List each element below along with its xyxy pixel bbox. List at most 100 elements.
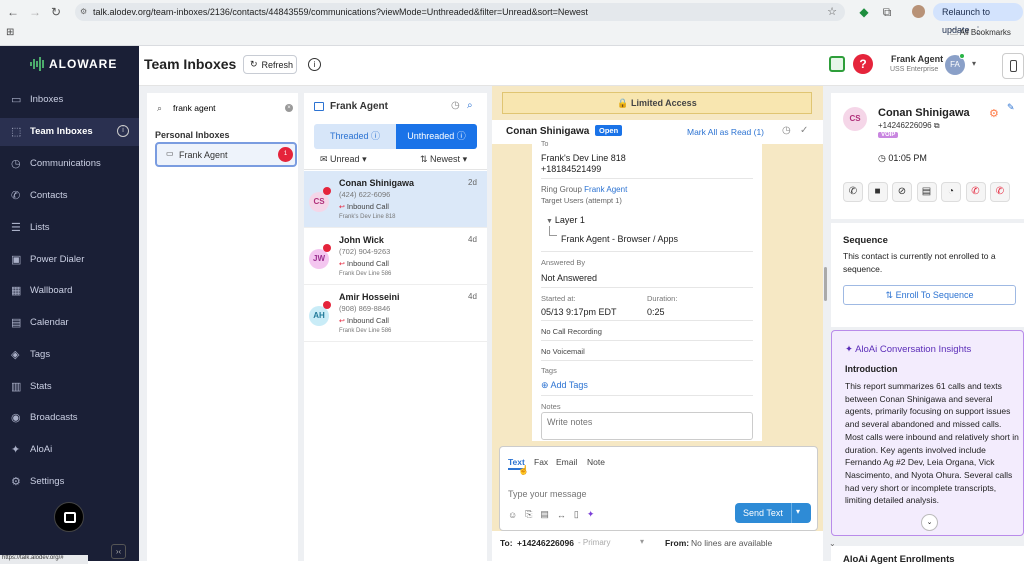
site-info-icon[interactable]: ⚙ (80, 3, 87, 21)
list-item[interactable]: JW John Wick (702) 904-9263 ↩ Inbound Call F… (304, 228, 487, 285)
sidebar-item-calendar[interactable]: ▤ Calendar (0, 309, 139, 337)
lock-icon[interactable]: ■ (867, 182, 888, 202)
chevron-down-icon[interactable]: ▾ (796, 507, 800, 516)
ai-sparkle-icon[interactable]: ✦ (587, 509, 595, 520)
message-input[interactable] (508, 487, 798, 501)
status-url: https://talk.alodev.org/# (0, 555, 88, 564)
clear-search-icon[interactable]: × (285, 104, 293, 112)
hubspot-icon[interactable]: ⚙ (989, 107, 999, 120)
status-badge[interactable]: Open (595, 125, 623, 136)
call-icon[interactable]: ✆ (843, 182, 863, 202)
tab-email[interactable]: Email (556, 457, 577, 467)
sidebar-item-stats[interactable]: ▥ Stats (0, 373, 139, 401)
emoji-icon[interactable]: ☺ (508, 510, 517, 520)
chevron-down-icon[interactable]: ▾ (640, 537, 644, 546)
list-item[interactable]: AH Amir Hosseini (908) 869-8846 ↩ Inbound C… (304, 285, 487, 342)
info-icon[interactable]: i (117, 125, 129, 137)
extension-icon[interactable]: ◆ (857, 5, 871, 19)
sidebar: ALOWARE ▭ Inboxes ⬚ Team Inboxes i ◷ Communica… (0, 46, 139, 564)
to-line: Frank's Dev Line 818 (541, 153, 626, 163)
hangup-icon[interactable]: ✆ (990, 182, 1010, 202)
tab-note[interactable]: Note (587, 457, 605, 467)
sidebar-item-communications[interactable]: ◷ Communications (0, 150, 139, 178)
envelope-icon: ✉ (320, 154, 331, 164)
chat-icon (64, 512, 76, 523)
attachment-icon[interactable]: ⎘ (525, 509, 532, 520)
dialer-phone-button[interactable] (1002, 53, 1024, 79)
sidebar-item-power-dialer[interactable]: ▣ Power Dialer (0, 246, 139, 274)
sidebar-item-team-inboxes[interactable]: ⬚ Team Inboxes i (0, 118, 139, 146)
collapse-sidebar-icon[interactable]: ›‹ (111, 544, 126, 559)
bookmark-star-icon[interactable]: ☆ (827, 3, 837, 21)
reload-icon[interactable]: ↻ (49, 5, 63, 19)
refresh-button[interactable]: ↻ Refresh (243, 55, 297, 74)
sidebar-item-tags[interactable]: ◈ Tags (0, 341, 139, 369)
inbox-list-panel: ⌕ × Personal Inboxes ▭ Frank Agent 1 (147, 93, 298, 561)
personal-inbox-item[interactable]: ▭ Frank Agent 1 (155, 142, 297, 167)
all-bookmarks[interactable]: 🗀 All Bookmarks (950, 27, 1011, 41)
contact-phone: (424) 622-6096 (339, 190, 391, 199)
check-icon[interactable]: ✓ (800, 125, 808, 136)
call-forward-icon[interactable]: ✆ (965, 182, 986, 202)
sidebar-item-aloai[interactable]: ✦ AloAi (0, 436, 139, 464)
aloware-logo[interactable]: ALOWARE (30, 57, 117, 71)
relaunch-button[interactable]: Relaunch to update ⋮ (933, 3, 1023, 35)
profile-avatar[interactable] (912, 5, 925, 18)
chat-widget-button[interactable] (54, 502, 84, 532)
history-icon: ◷ (11, 158, 21, 170)
history-icon[interactable]: ◷ (451, 100, 460, 111)
apps-grid-icon[interactable]: ⊞ (6, 27, 14, 38)
block-icon[interactable]: ⊘ (892, 182, 912, 202)
sidebar-item-lists[interactable]: ☰ Lists (0, 214, 139, 242)
search-icon[interactable]: ⌕ (467, 100, 473, 111)
chevron-down-icon[interactable]: ▾ (972, 59, 976, 68)
tab-unthreaded[interactable]: Unthreaded ⓘ (396, 124, 477, 149)
info-icon[interactable]: i (308, 58, 321, 71)
ring-group-link[interactable]: Frank Agent (584, 185, 627, 194)
to-number[interactable]: +14246226096 (517, 538, 574, 548)
sidebar-item-wallboard[interactable]: ▦ Wallboard (0, 277, 139, 305)
timer-icon[interactable]: ◔ (941, 182, 961, 202)
tab-threaded[interactable]: Threaded ⓘ (314, 124, 396, 149)
send-text-button[interactable]: Send Text ▾ (735, 503, 811, 523)
sort-dropdown[interactable]: ⇅ Newest ▾ (420, 154, 467, 165)
sidebar-item-contacts[interactable]: ✆ Contacts (0, 182, 139, 210)
extensions-puzzle-icon[interactable]: ⧉ (880, 5, 894, 19)
from-value[interactable]: No lines are available (691, 538, 772, 548)
search-input[interactable] (173, 101, 281, 115)
page-title: Team Inboxes (144, 56, 237, 72)
ai-icon: ✦ (11, 444, 21, 456)
unread-badge: 1 (278, 147, 293, 162)
forward-icon[interactable]: → (28, 5, 42, 19)
copy-icon[interactable]: ⧉ (934, 121, 940, 130)
layer-item[interactable]: ▼ Layer 1 (546, 215, 585, 225)
template-icon[interactable]: ▯ (574, 509, 579, 520)
sequence-text: This contact is currently not enrolled t… (843, 251, 996, 274)
filter-dropdown[interactable]: ✉ Unread ▾ (320, 154, 367, 165)
tags-label: Tags (541, 366, 557, 375)
help-icon[interactable]: ? (853, 54, 873, 74)
back-icon[interactable]: ← (6, 5, 20, 19)
expand-chevron-icon[interactable]: ⌄ (921, 514, 938, 531)
snooze-icon[interactable]: ◷ (782, 125, 791, 136)
sidebar-item-inboxes[interactable]: ▭ Inboxes (0, 86, 139, 114)
notes-field[interactable] (541, 412, 753, 440)
mark-all-read-button[interactable]: Mark All as Read (1) (687, 127, 764, 137)
sidebar-item-settings[interactable]: ⚙ Settings (0, 468, 139, 496)
sidebar-toggle-icon[interactable] (314, 102, 324, 111)
call-type: ↩ Inbound Call (339, 259, 389, 268)
edit-icon[interactable]: ✎ (1007, 102, 1015, 113)
timestamp: 4d (468, 235, 477, 244)
link-icon[interactable]: ↔ (557, 510, 566, 520)
calendar-icon[interactable]: ▤ (916, 182, 937, 202)
tab-fax[interactable]: Fax (534, 457, 548, 467)
local-time: ◷ 01:05 PM (878, 153, 927, 163)
clipboard-icon[interactable]: ▤ (540, 509, 549, 520)
address-bar[interactable]: ⚙ talk.alodev.org/team-inboxes/2136/cont… (75, 3, 845, 21)
chip-status-icon[interactable] (829, 56, 845, 72)
scrollbar[interactable] (824, 267, 827, 301)
list-item[interactable]: CS Conan Shinigawa (424) 622-6096 ↩ Inbound… (304, 171, 487, 228)
enroll-sequence-button[interactable]: ⇅ Enroll To Sequence (843, 285, 1016, 305)
sidebar-item-broadcasts[interactable]: ◉ Broadcasts (0, 404, 139, 432)
add-tags-button[interactable]: ⊕ Add Tags (541, 380, 588, 391)
